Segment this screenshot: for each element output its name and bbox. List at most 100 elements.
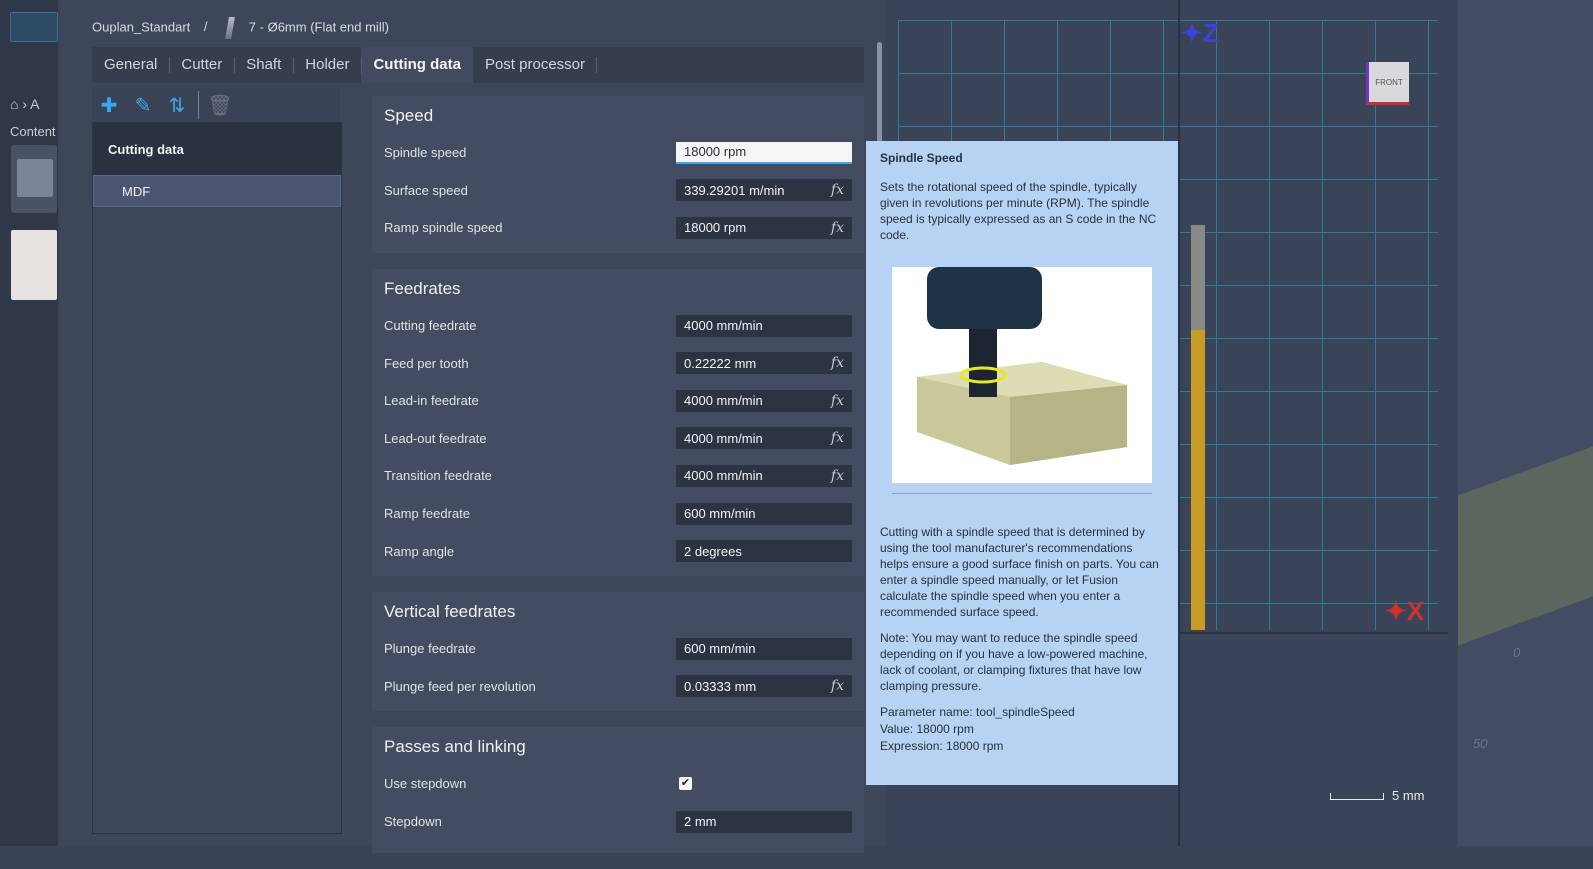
tooltip-paragraph: Cutting with a spindle speed that is det…: [880, 525, 1159, 619]
ramp-spindle-speed-label: Ramp spindle speed: [384, 220, 503, 236]
stepdown-row: Stepdown 2 mm: [384, 803, 852, 841]
feed-per-tooth-label: Feed per tooth: [384, 355, 469, 371]
passes-section: Passes and linking Use stepdown ✔ Stepdo…: [372, 727, 864, 854]
feedrates-section: Feedrates Cutting feedrate 4000 mm/min F…: [372, 268, 864, 576]
feed-per-tooth-row: Feed per tooth 0.22222 mm fx: [384, 344, 852, 382]
surface-speed-label: Surface speed: [384, 182, 468, 198]
transition-feedrate-input[interactable]: 4000 mm/min fx: [676, 464, 852, 487]
spindle-speed-label: Spindle speed: [384, 145, 467, 161]
cutting-feedrate-input[interactable]: 4000 mm/min: [676, 314, 852, 337]
z-axis-line: [1178, 0, 1180, 846]
tooltip-divider: [892, 493, 1152, 494]
add-icon[interactable]: ✚: [92, 88, 126, 122]
tooltip-description: Sets the rotational speed of the spindle…: [880, 180, 1157, 242]
fx-icon[interactable]: fx: [831, 355, 844, 371]
toolbar-divider: [198, 91, 199, 119]
spindle-speed-tooltip: Spindle Speed Sets the rotational speed …: [866, 141, 1178, 785]
lead-in-feedrate-label: Lead-in feedrate: [384, 393, 479, 409]
ramp-angle-label: Ramp angle: [384, 543, 455, 559]
preset-toolbar: ✚ ✎ ⇅ 🗑: [92, 88, 340, 122]
lead-out-feedrate-input[interactable]: 4000 mm/min fx: [676, 427, 852, 450]
background-top-button[interactable]: [10, 12, 58, 42]
vertical-feedrates-section: Vertical feedrates Plunge feedrate 600 m…: [372, 591, 864, 712]
breadcrumb-library[interactable]: Ouplan_Standart: [92, 19, 190, 34]
thumbnail[interactable]: [11, 230, 57, 300]
stepdown-input[interactable]: 2 mm: [676, 810, 852, 833]
tab-post-processor[interactable]: Post processor: [473, 47, 598, 83]
ramp-spindle-speed-row: Ramp spindle speed 18000 rpm fx: [384, 209, 852, 247]
tab-cutting-data[interactable]: Cutting data: [361, 47, 473, 83]
ramp-feedrate-label: Ramp feedrate: [384, 506, 470, 522]
ramp-angle-input[interactable]: 2 degrees: [676, 540, 852, 563]
spindle-speed-row: Spindle speed 18000 rpm: [384, 134, 852, 172]
plunge-feedrate-label: Plunge feedrate: [384, 641, 476, 657]
lead-out-feedrate-label: Lead-out feedrate: [384, 430, 487, 446]
tab-bar: General Cutter Shaft Holder Cutting data…: [92, 47, 864, 83]
tooltip-param-expression: Expression: 18000 rpm: [880, 739, 1004, 753]
use-stepdown-row: Use stepdown ✔: [384, 765, 852, 803]
section-title: Passes and linking: [384, 737, 526, 757]
spindle-speed-input[interactable]: 18000 rpm: [676, 141, 852, 164]
plunge-feed-per-revolution-row: Plunge feed per revolution 0.03333 mm fx: [384, 668, 852, 706]
breadcrumb-tool: 7 - Ø6mm (Flat end mill): [248, 19, 389, 35]
stepdown-label: Stepdown: [384, 814, 442, 830]
delete-icon[interactable]: 🗑: [203, 88, 237, 122]
scale-indicator: 5 mm: [1330, 788, 1425, 803]
tab-shaft[interactable]: Shaft: [234, 47, 293, 83]
preset-item-mdf[interactable]: MDF: [93, 175, 341, 207]
tab-general[interactable]: General: [92, 47, 169, 83]
home-icon[interactable]: ⌂ › A: [10, 96, 39, 112]
ramp-feedrate-input[interactable]: 600 mm/min: [676, 502, 852, 525]
plunge-feed-per-revolution-input[interactable]: 0.03333 mm fx: [676, 675, 852, 698]
folder-icon[interactable]: [11, 145, 57, 213]
z-axis-label: ✦Z: [1181, 18, 1219, 48]
section-title: Vertical feedrates: [384, 601, 516, 621]
background-sidebar: ⌂ › A Content: [0, 0, 58, 846]
edit-icon[interactable]: ✎: [126, 88, 160, 122]
lead-in-feedrate-row: Lead-in feedrate 4000 mm/min fx: [384, 382, 852, 420]
cutting-feedrate-row: Cutting feedrate 4000 mm/min: [384, 307, 852, 345]
ramp-spindle-speed-input[interactable]: 18000 rpm fx: [676, 216, 852, 239]
plunge-feedrate-row: Plunge feedrate 600 mm/min: [384, 630, 852, 668]
feed-per-tooth-input[interactable]: 0.22222 mm fx: [676, 352, 852, 375]
bg-crumb: A: [30, 96, 40, 112]
plunge-feedrate-input[interactable]: 600 mm/min: [676, 637, 852, 660]
ramp-angle-row: Ramp angle 2 degrees: [384, 532, 852, 570]
tab-holder[interactable]: Holder: [293, 47, 361, 83]
fx-icon[interactable]: fx: [831, 393, 844, 409]
transition-feedrate-row: Transition feedrate 4000 mm/min fx: [384, 457, 852, 495]
plunge-feed-per-revolution-label: Plunge feed per revolution: [384, 678, 536, 694]
fx-icon[interactable]: fx: [831, 678, 844, 694]
tooltip-title: Spindle Speed: [880, 151, 963, 165]
speed-section: Speed Spindle speed 18000 rpm Surface sp…: [372, 96, 864, 253]
stock-part: [1191, 225, 1205, 330]
content-label: Content: [10, 124, 56, 139]
breadcrumb: Ouplan_Standart / 7 - Ø6mm (Flat end mil…: [92, 17, 389, 39]
tab-cutter[interactable]: Cutter: [169, 47, 234, 83]
end-mill-icon: [225, 17, 236, 39]
cutting-feedrate-label: Cutting feedrate: [384, 318, 477, 334]
lead-in-feedrate-input[interactable]: 4000 mm/min fx: [676, 389, 852, 412]
view-cube[interactable]: FRONT: [1366, 62, 1409, 105]
preset-list-header[interactable]: Cutting data: [93, 123, 341, 175]
x-axis-label: ✦X: [1385, 596, 1425, 626]
ramp-feedrate-row: Ramp feedrate 600 mm/min: [384, 495, 852, 533]
fx-icon[interactable]: fx: [831, 220, 844, 236]
surface-speed-input[interactable]: 339.29201 m/min fx: [676, 179, 852, 202]
section-title: Speed: [384, 106, 434, 125]
section-title: Feedrates: [384, 278, 461, 298]
tooltip-note: Note: You may want to reduce the spindle…: [880, 631, 1148, 693]
background-right-panel: [1458, 0, 1593, 846]
use-stepdown-label: Use stepdown: [384, 776, 467, 792]
use-stepdown-checkbox[interactable]: ✔: [679, 777, 692, 791]
stock-part-side: [1191, 330, 1205, 630]
fx-icon[interactable]: fx: [831, 430, 844, 446]
fx-icon[interactable]: fx: [831, 182, 844, 198]
tool-dialog: Ouplan_Standart / 7 - Ø6mm (Flat end mil…: [60, 0, 886, 854]
transition-feedrate-label: Transition feedrate: [384, 468, 492, 484]
sort-icon[interactable]: ⇅: [160, 88, 194, 122]
scrollbar[interactable]: [877, 42, 882, 152]
surface-speed-row: Surface speed 339.29201 m/min fx: [384, 172, 852, 210]
fx-icon[interactable]: fx: [831, 468, 844, 484]
spindle-illustration: [892, 267, 1152, 483]
